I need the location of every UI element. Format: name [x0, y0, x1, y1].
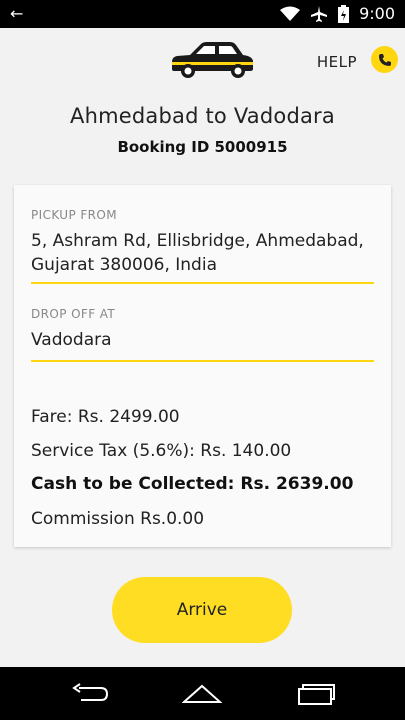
wifi-icon — [280, 6, 301, 21]
nav-back-icon — [72, 683, 109, 701]
car-logo-icon — [172, 42, 253, 78]
nav-recents-button[interactable] — [296, 679, 336, 709]
back-arrow-icon[interactable]: ← — [10, 4, 23, 23]
cash-to-collect-text: Cash to be Collected: Rs. 2639.00 — [31, 474, 354, 494]
system-nav-bar — [0, 667, 405, 720]
status-bar: ← 9:00 — [0, 0, 405, 28]
help-call-button[interactable] — [371, 46, 398, 73]
nav-home-icon — [182, 684, 222, 703]
phone-icon — [378, 53, 391, 66]
nav-back-button[interactable] — [70, 679, 110, 709]
dropoff-underline — [31, 360, 374, 362]
help-label[interactable]: HELP — [317, 53, 357, 71]
airplane-icon — [311, 5, 328, 22]
pickup-underline — [31, 282, 374, 284]
dropoff-value: Vadodara — [31, 330, 112, 350]
booking-id: Booking ID 5000915 — [117, 138, 288, 156]
dropoff-label: DROP OFF AT — [31, 307, 116, 321]
battery-icon — [338, 4, 350, 23]
status-time: 9:00 — [359, 4, 395, 23]
nav-home-button[interactable] — [182, 679, 222, 709]
arrive-button[interactable]: Arrive — [112, 577, 292, 643]
app-header: HELP — [0, 28, 405, 98]
trip-route-title: Ahmedabad to Vadodara — [70, 104, 335, 128]
pickup-value: 5, Ashram Rd, Ellisbridge, Ahmedabad, Gu… — [31, 231, 364, 275]
nav-recents-icon — [298, 684, 335, 705]
commission-text: Commission Rs.0.00 — [31, 509, 205, 529]
trip-details-card: PICKUP FROM 5, Ashram Rd, Ellisbridge, A… — [14, 185, 391, 547]
fare-text: Fare: Rs. 2499.00 — [31, 407, 180, 427]
status-icons: 9:00 — [280, 4, 395, 23]
service-tax-text: Service Tax (5.6%): Rs. 140.00 — [31, 441, 292, 461]
pickup-label: PICKUP FROM — [31, 208, 117, 222]
